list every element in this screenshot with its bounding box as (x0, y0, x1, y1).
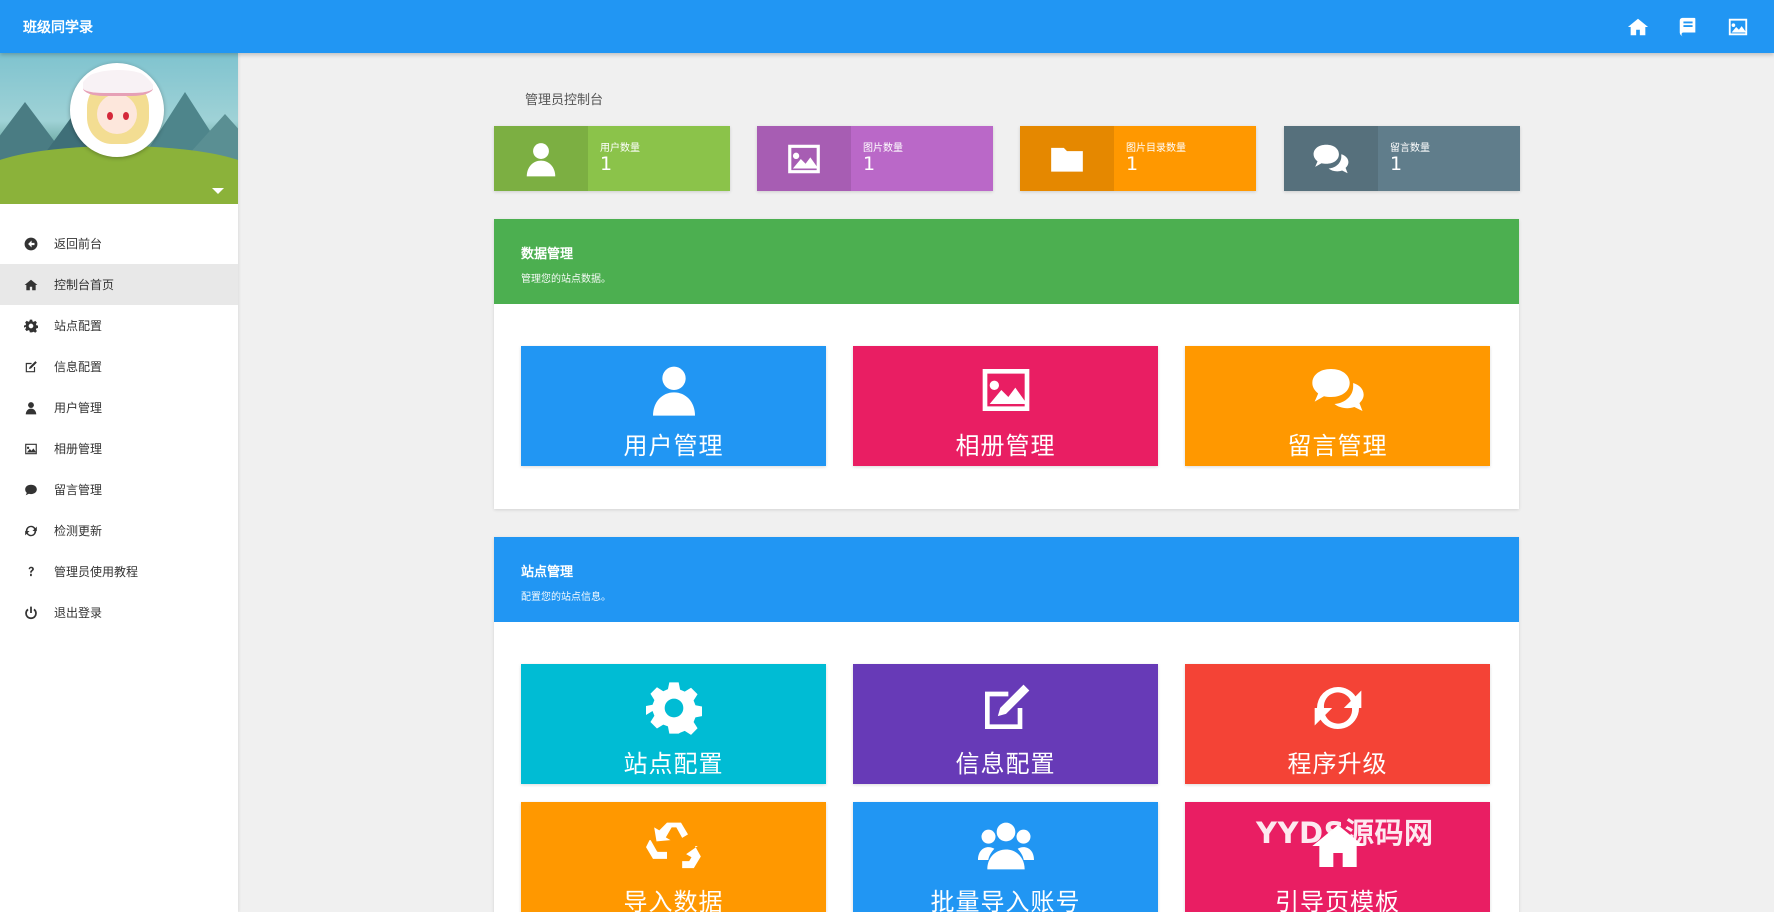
album-management-tile[interactable]: 相册管理 (853, 346, 1158, 466)
sidebar-item-label: 返回前台 (54, 237, 103, 251)
stat-label: 图片目录数量 (1126, 143, 1186, 154)
stat-value: 1 (1390, 153, 1403, 175)
sidebar-item-label: 退出登录 (54, 606, 103, 620)
user-icon (23, 400, 39, 416)
sidebar-item-back-to-front[interactable]: 返回前台 (0, 223, 238, 264)
stat-label: 用户数量 (600, 143, 640, 154)
sidebar-item-label: 管理员使用教程 (54, 565, 139, 579)
sidebar-item-dashboard[interactable]: 控制台首页 (0, 264, 238, 305)
book-icon[interactable] (1670, 9, 1706, 45)
sidebar-item-site-config[interactable]: 站点配置 (0, 305, 238, 346)
user-management-tile[interactable]: 用户管理 (521, 346, 826, 466)
sidebar-item-label: 信息配置 (54, 360, 103, 374)
breadcrumb: 管理员控制台 (525, 93, 604, 108)
import-data-tile[interactable]: 导入数据 (521, 802, 826, 912)
message-management-tile[interactable]: 留言管理 (1185, 346, 1490, 466)
gear-icon (23, 318, 39, 334)
power-icon (23, 605, 39, 621)
avatar[interactable] (70, 63, 164, 157)
stat-users: 用户数量 1 (494, 126, 730, 191)
comments-icon (1284, 126, 1378, 191)
sidebar-item-label: 留言管理 (54, 483, 103, 497)
folder-icon (1020, 126, 1114, 191)
image-icon[interactable] (1720, 9, 1756, 45)
stat-value: 1 (863, 153, 876, 175)
tile-label: 留言管理 (1287, 432, 1388, 460)
sidebar-item-label: 相册管理 (54, 442, 103, 456)
profile-banner (0, 53, 238, 204)
landing-page-template-tile[interactable]: 引导页模板 (1185, 802, 1490, 912)
image-icon (23, 441, 39, 457)
stat-images: 图片数量 1 (757, 126, 993, 191)
refresh-icon (1310, 680, 1366, 736)
stat-label: 留言数量 (1390, 143, 1430, 154)
arrow-left-circle-icon (23, 236, 39, 252)
site-management-card: 站点管理 配置您的站点信息。 站点配置 信息配置 程序升级 导入数据 批量导入账… (494, 537, 1519, 912)
tile-label: 导入数据 (623, 888, 724, 912)
sidebar-item-info-config[interactable]: 信息配置 (0, 346, 238, 387)
tile-label: 批量导入账号 (930, 888, 1081, 912)
sidebar-item-admin-tutorial[interactable]: 管理员使用教程 (0, 551, 238, 592)
sidebar-item-albums[interactable]: 相册管理 (0, 428, 238, 469)
tile-label: 站点配置 (623, 750, 724, 778)
stat-value: 1 (1126, 153, 1139, 175)
data-management-card: 数据管理 管理您的站点数据。 用户管理 相册管理 留言管理 (494, 219, 1519, 509)
sidebar-item-label: 控制台首页 (54, 278, 115, 292)
tile-label: 程序升级 (1287, 750, 1388, 778)
card-title: 数据管理 (521, 247, 574, 262)
home-icon (1310, 818, 1366, 874)
sidebar: 返回前台 控制台首页 站点配置 信息配置 用户管理 相册管理 留言管理 检测更新… (0, 53, 238, 912)
card-subtitle: 配置您的站点信息。 (521, 592, 611, 603)
tile-label: 引导页模板 (1275, 888, 1400, 912)
question-icon (23, 564, 39, 580)
program-upgrade-tile[interactable]: 程序升级 (1185, 664, 1490, 784)
users-icon (978, 818, 1034, 874)
stat-value: 1 (600, 153, 613, 175)
app-title[interactable]: 班级同学录 (23, 17, 93, 37)
stat-messages: 留言数量 1 (1284, 126, 1520, 191)
card-title: 站点管理 (521, 565, 574, 580)
tile-label: 相册管理 (955, 432, 1056, 460)
sidebar-item-label: 用户管理 (54, 401, 103, 415)
top-app-bar: 班级同学录 (0, 0, 1774, 53)
user-icon (494, 126, 588, 191)
chevron-down-icon[interactable] (212, 188, 224, 194)
sidebar-item-label: 检测更新 (54, 524, 103, 538)
sidebar-item-users[interactable]: 用户管理 (0, 387, 238, 428)
image-icon (978, 362, 1034, 418)
top-actions (1620, 0, 1756, 53)
recycle-icon (646, 818, 702, 874)
user-icon (646, 362, 702, 418)
sidebar-item-logout[interactable]: 退出登录 (0, 592, 238, 633)
comments-icon (1310, 362, 1366, 418)
card-subtitle: 管理您的站点数据。 (521, 274, 611, 285)
edit-icon (978, 680, 1034, 736)
stat-image-folders: 图片目录数量 1 (1020, 126, 1256, 191)
tile-label: 用户管理 (623, 432, 724, 460)
sidebar-item-messages[interactable]: 留言管理 (0, 469, 238, 510)
refresh-icon (23, 523, 39, 539)
tile-label: 信息配置 (955, 750, 1056, 778)
batch-import-accounts-tile[interactable]: 批量导入账号 (853, 802, 1158, 912)
home-icon[interactable] (1620, 9, 1656, 45)
sidebar-item-label: 站点配置 (54, 319, 103, 333)
sidebar-nav: 返回前台 控制台首页 站点配置 信息配置 用户管理 相册管理 留言管理 检测更新… (0, 223, 238, 633)
main-content: 管理员控制台 用户数量 1 图片数量 1 图片目录数量 1 留言数量 1 数据管… (238, 53, 1774, 912)
sidebar-item-check-update[interactable]: 检测更新 (0, 510, 238, 551)
edit-icon (23, 359, 39, 375)
info-config-tile[interactable]: 信息配置 (853, 664, 1158, 784)
comment-icon (23, 482, 39, 498)
card-header: 站点管理 配置您的站点信息。 (494, 537, 1519, 622)
card-header: 数据管理 管理您的站点数据。 (494, 219, 1519, 304)
home-icon (23, 277, 39, 293)
site-config-tile[interactable]: 站点配置 (521, 664, 826, 784)
stat-label: 图片数量 (863, 143, 903, 154)
gear-icon (646, 680, 702, 736)
image-icon (757, 126, 851, 191)
